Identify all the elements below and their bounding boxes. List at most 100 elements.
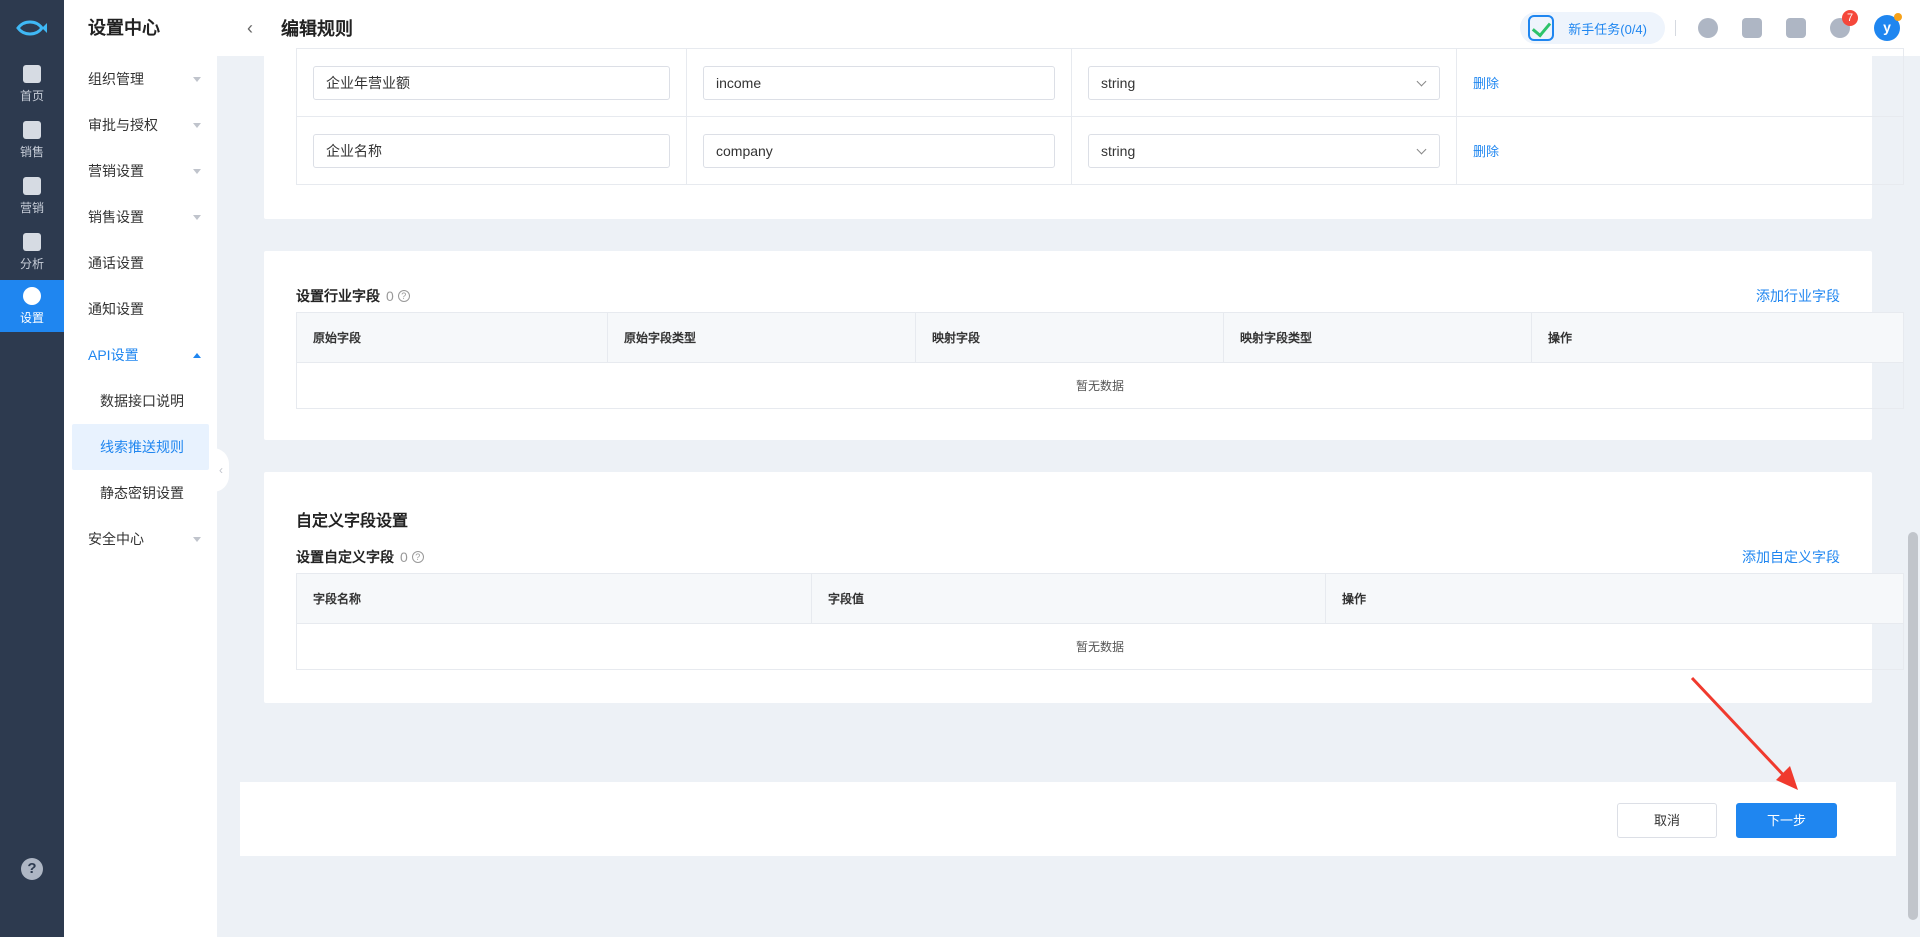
- delete-link[interactable]: 删除: [1473, 76, 1499, 91]
- beginner-task-button[interactable]: 新手任务(0/4): [1520, 12, 1665, 44]
- avatar[interactable]: y: [1874, 13, 1902, 41]
- field-type-select[interactable]: string: [1088, 133, 1440, 168]
- column-header: 原始字段类型: [607, 312, 916, 363]
- mapped-field-input[interactable]: company: [703, 133, 1055, 168]
- chevron-down-icon: [193, 122, 201, 128]
- rail-item-label: 首页: [19, 88, 44, 103]
- bell-icon[interactable]: 7: [1830, 10, 1858, 38]
- select-value: string: [1101, 142, 1136, 159]
- chart-icon: [23, 232, 41, 251]
- delete-link[interactable]: 删除: [1473, 144, 1499, 159]
- industry-field-table: 原始字段 原始字段类型 映射字段 映射字段类型 操作 暂无数据: [296, 312, 1904, 409]
- section-label-text: 设置行业字段: [296, 288, 380, 304]
- chevron-down-icon: [1416, 144, 1427, 154]
- field-type-select[interactable]: string: [1088, 65, 1440, 100]
- sidebar-collapse-handle[interactable]: ‹: [213, 448, 229, 492]
- empty-state: 暂无数据: [296, 623, 1904, 670]
- sidebar-item-security[interactable]: 安全中心: [64, 516, 217, 562]
- logo: [0, 0, 64, 56]
- sidebar-subitem-api-doc[interactable]: 数据接口说明: [64, 378, 217, 424]
- sidebar-item-approval[interactable]: 审批与授权: [64, 102, 217, 148]
- chevron-down-icon: [193, 76, 201, 82]
- chevron-down-icon: [193, 168, 201, 174]
- add-industry-field-link[interactable]: 添加行业字段: [1756, 286, 1840, 306]
- sidebar-subitem-push-rules[interactable]: 线索推送规则: [72, 424, 209, 470]
- nav-rail: 首页 销售 营销 分析 设置 ?: [0, 0, 64, 937]
- rail-item-label: 设置: [19, 310, 44, 325]
- custom-section-label: 设置自定义字段 0 ?: [296, 547, 424, 567]
- lightbulb-icon[interactable]: [1698, 18, 1718, 38]
- download-icon[interactable]: [1786, 18, 1806, 38]
- table-header-row: 字段名称 字段值 操作: [296, 573, 1904, 624]
- settings-sidebar: 设置中心 组织管理 审批与授权 营销设置 销售设置 通话设置 通知设置 API设…: [64, 0, 217, 937]
- column-header: 原始字段: [296, 312, 608, 363]
- header-divider: [1675, 20, 1676, 36]
- chevron-down-icon: [193, 536, 201, 542]
- rail-item-label: 分析: [19, 256, 44, 271]
- rail-item-home[interactable]: 首页: [0, 56, 64, 112]
- task-label: 新手任务(0/4): [1568, 21, 1647, 37]
- avatar-initial: y: [1883, 19, 1891, 35]
- sidebar-item-label: 销售设置: [88, 209, 144, 225]
- sidebar-item-call[interactable]: 通话设置: [64, 240, 217, 286]
- avatar-status-dot: [1894, 13, 1902, 21]
- home-icon: [23, 64, 41, 83]
- sidebar-item-api[interactable]: API设置: [64, 332, 217, 378]
- rail-item-marketing[interactable]: 营销: [0, 168, 64, 224]
- column-header: 操作: [1531, 312, 1904, 363]
- section-count: 0: [386, 288, 394, 304]
- column-header: 操作: [1325, 573, 1904, 624]
- table-row: 企业年营业额 income string 删除: [296, 48, 1904, 117]
- fish-logo-icon: [16, 20, 47, 36]
- chevron-up-icon: [193, 352, 201, 358]
- help-icon[interactable]: ?: [21, 858, 43, 880]
- rail-item-analysis[interactable]: 分析: [0, 224, 64, 280]
- custom-field-table: 字段名称 字段值 操作 暂无数据: [296, 573, 1904, 670]
- field-mapping-table: 企业年营业额 income string 删除 企业名称 company str…: [296, 48, 1904, 185]
- industry-field-card: 设置行业字段 0 ? 添加行业字段 原始字段 原始字段类型 映射字段 映射字段类…: [264, 251, 1904, 440]
- question-icon[interactable]: ?: [397, 290, 410, 302]
- column-header: 映射字段: [915, 312, 1224, 363]
- source-field-input[interactable]: 企业名称: [313, 133, 670, 168]
- sidebar-item-notify[interactable]: 通知设置: [64, 286, 217, 332]
- notification-badge: 7: [1842, 10, 1858, 26]
- footer-action-bar: 取消 下一步: [240, 782, 1896, 856]
- custom-field-card: 自定义字段设置 设置自定义字段 0 ? 添加自定义字段 字段名称 字段值 操作 …: [264, 472, 1904, 703]
- sidebar-title: 设置中心: [88, 18, 160, 38]
- table-row: 暂无数据: [296, 362, 1904, 409]
- sidebar-item-label: 通知设置: [88, 301, 144, 317]
- sidebar-item-label: 审批与授权: [88, 117, 158, 133]
- question-icon[interactable]: ?: [411, 551, 424, 563]
- cancel-button[interactable]: 取消: [1617, 803, 1717, 838]
- rail-item-label: 营销: [19, 200, 44, 215]
- scrollbar-thumb[interactable]: [1908, 532, 1918, 920]
- sidebar-item-org[interactable]: 组织管理: [64, 56, 217, 102]
- sidebar-item-marketing[interactable]: 营销设置: [64, 148, 217, 194]
- column-header: 字段值: [811, 573, 1326, 624]
- industry-section-label: 设置行业字段 0 ?: [296, 286, 410, 306]
- rail-item-label: 销售: [19, 144, 44, 159]
- phone-icon: [23, 120, 41, 139]
- rail-item-settings[interactable]: 设置: [0, 280, 64, 332]
- rail-item-sales[interactable]: 销售: [0, 112, 64, 168]
- chevron-down-icon: [193, 214, 201, 220]
- sidebar-item-label: API设置: [88, 347, 139, 363]
- source-field-input[interactable]: 企业年营业额: [313, 65, 670, 100]
- sidebar-item-sales[interactable]: 销售设置: [64, 194, 217, 240]
- sidebar-item-label: 通话设置: [88, 255, 144, 271]
- chevron-down-icon: [1416, 76, 1427, 86]
- back-icon[interactable]: ‹: [247, 18, 269, 39]
- table-header-row: 原始字段 原始字段类型 映射字段 映射字段类型 操作: [296, 312, 1904, 363]
- sidebar-item-label: 营销设置: [88, 163, 144, 179]
- custom-section-heading: 自定义字段设置: [296, 513, 409, 530]
- section-count: 0: [400, 549, 408, 565]
- sidebar-item-label: 安全中心: [88, 531, 144, 547]
- mapped-field-input[interactable]: income: [703, 65, 1055, 100]
- checklist-icon[interactable]: [1742, 18, 1762, 38]
- field-mapping-card: 企业年营业额 income string 删除 企业名称 company str…: [264, 48, 1904, 219]
- sidebar-subitem-static-key[interactable]: 静态密钥设置: [64, 470, 217, 516]
- add-custom-field-link[interactable]: 添加自定义字段: [1742, 547, 1840, 567]
- next-step-button[interactable]: 下一步: [1736, 803, 1837, 838]
- gear-icon: [23, 286, 41, 305]
- section-label-text: 设置自定义字段: [296, 549, 394, 565]
